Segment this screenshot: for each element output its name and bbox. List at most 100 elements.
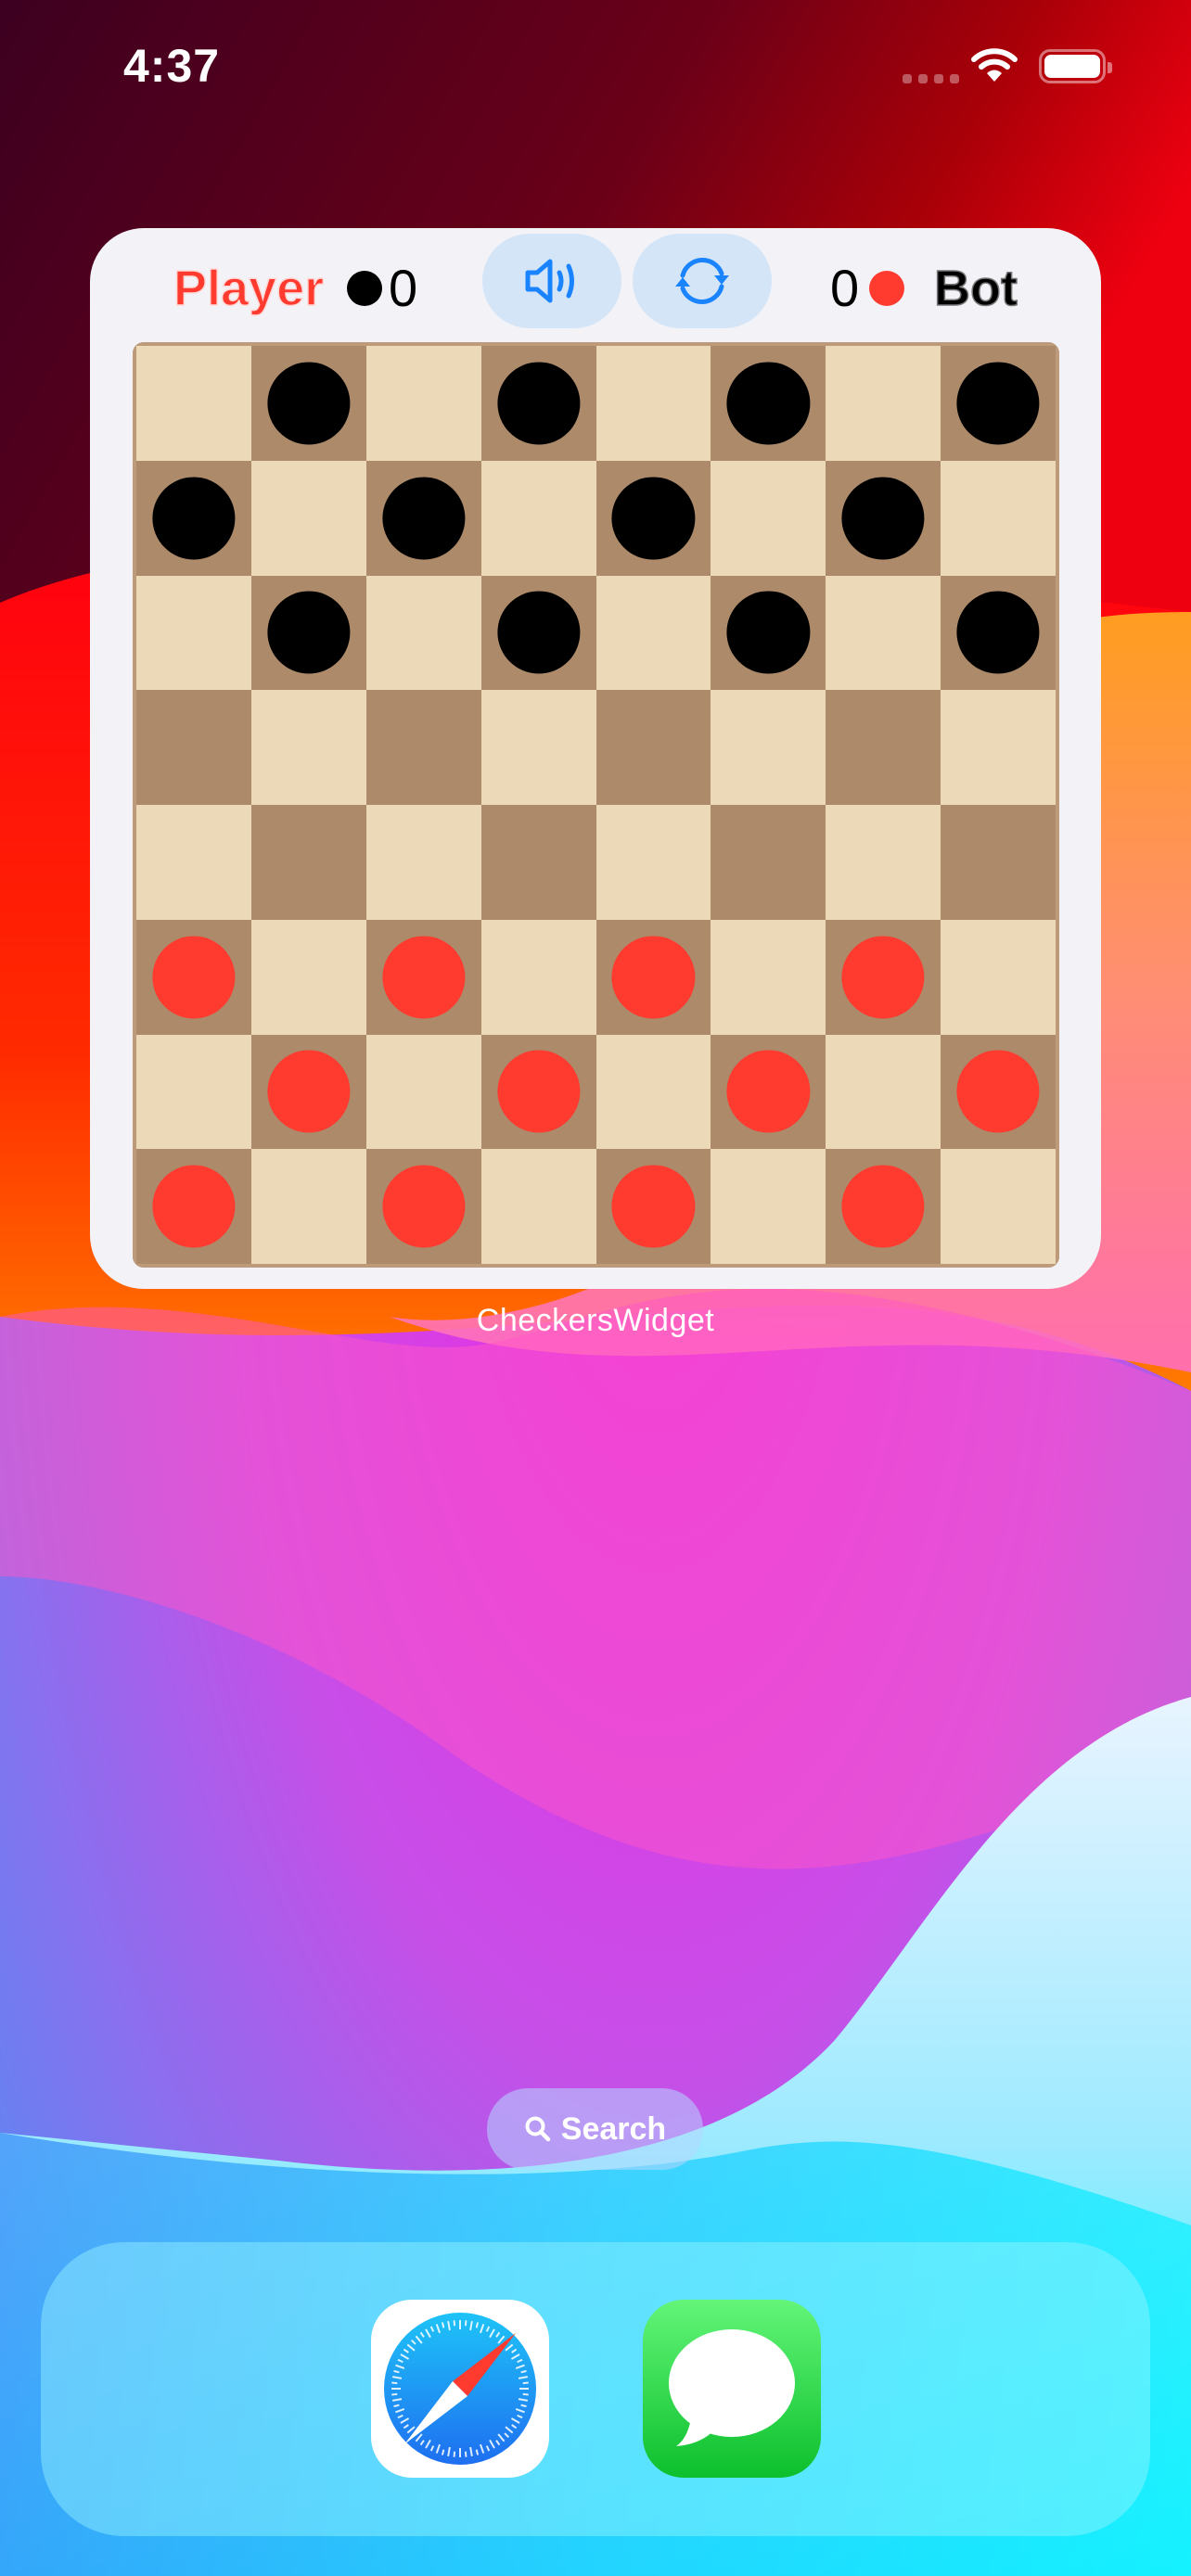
red-piece[interactable] xyxy=(611,1165,696,1248)
board-square-7-7[interactable] xyxy=(941,1149,1056,1264)
black-piece[interactable] xyxy=(956,591,1040,674)
board-square-1-6[interactable] xyxy=(826,460,941,576)
board-square-0-5[interactable] xyxy=(711,346,826,461)
board-square-5-2[interactable] xyxy=(365,919,481,1035)
board-square-5-4[interactable] xyxy=(596,919,711,1035)
board-square-5-5[interactable] xyxy=(711,919,826,1035)
black-piece[interactable] xyxy=(496,362,581,445)
board-square-3-5[interactable] xyxy=(711,690,826,805)
dock-app-safari[interactable] xyxy=(371,2300,549,2478)
board-square-1-0[interactable] xyxy=(136,460,251,576)
black-piece[interactable] xyxy=(267,591,351,674)
board-square-5-1[interactable] xyxy=(250,919,366,1035)
dock-app-messages[interactable] xyxy=(643,2300,821,2478)
player-label: Player xyxy=(173,260,325,317)
board-square-6-1[interactable] xyxy=(250,1034,366,1150)
board-square-2-2[interactable] xyxy=(365,575,481,691)
red-piece[interactable] xyxy=(382,936,466,1019)
board-square-2-7[interactable] xyxy=(941,575,1056,691)
red-piece[interactable] xyxy=(267,1050,351,1133)
red-piece[interactable] xyxy=(956,1050,1040,1133)
board-square-4-1[interactable] xyxy=(250,805,366,920)
board-square-7-2[interactable] xyxy=(365,1149,481,1264)
board-square-3-4[interactable] xyxy=(596,690,711,805)
board-square-4-7[interactable] xyxy=(941,805,1056,920)
board-square-7-0[interactable] xyxy=(136,1149,251,1264)
board-square-7-3[interactable] xyxy=(480,1149,596,1264)
board-square-4-2[interactable] xyxy=(365,805,481,920)
red-piece[interactable] xyxy=(152,1165,236,1248)
board-square-7-1[interactable] xyxy=(250,1149,366,1264)
board-square-6-4[interactable] xyxy=(596,1034,711,1150)
board-square-0-1[interactable] xyxy=(250,346,366,461)
black-piece[interactable] xyxy=(726,591,810,674)
red-piece[interactable] xyxy=(496,1050,581,1133)
cellular-signal-icon xyxy=(903,74,959,83)
messages-bubble-icon xyxy=(669,2329,795,2446)
red-piece[interactable] xyxy=(726,1050,810,1133)
black-piece[interactable] xyxy=(152,477,236,560)
board-square-0-4[interactable] xyxy=(596,346,711,461)
board-square-0-3[interactable] xyxy=(480,346,596,461)
board-square-7-5[interactable] xyxy=(711,1149,826,1264)
board-square-3-2[interactable] xyxy=(365,690,481,805)
red-piece[interactable] xyxy=(841,936,925,1019)
board-square-1-7[interactable] xyxy=(941,460,1056,576)
board-square-4-5[interactable] xyxy=(711,805,826,920)
board-square-2-4[interactable] xyxy=(596,575,711,691)
board-square-0-7[interactable] xyxy=(941,346,1056,461)
board-square-2-1[interactable] xyxy=(250,575,366,691)
black-piece[interactable] xyxy=(611,477,696,560)
board-square-2-0[interactable] xyxy=(136,575,251,691)
board-square-5-6[interactable] xyxy=(826,919,941,1035)
reset-game-button[interactable] xyxy=(633,234,772,328)
black-piece[interactable] xyxy=(956,362,1040,445)
black-piece[interactable] xyxy=(726,362,810,445)
board-square-5-0[interactable] xyxy=(136,919,251,1035)
board-square-7-4[interactable] xyxy=(596,1149,711,1264)
speaker-wave-icon xyxy=(525,259,574,303)
black-piece[interactable] xyxy=(382,477,466,560)
board-square-4-4[interactable] xyxy=(596,805,711,920)
board-square-6-2[interactable] xyxy=(365,1034,481,1150)
board-square-1-5[interactable] xyxy=(711,460,826,576)
board-square-1-1[interactable] xyxy=(250,460,366,576)
board-square-3-0[interactable] xyxy=(136,690,251,805)
battery-icon xyxy=(1039,49,1112,83)
sound-toggle-button[interactable] xyxy=(482,234,621,328)
red-piece[interactable] xyxy=(841,1165,925,1248)
board-square-5-3[interactable] xyxy=(480,919,596,1035)
board-square-5-7[interactable] xyxy=(941,919,1056,1035)
red-piece[interactable] xyxy=(382,1165,466,1248)
board-square-4-6[interactable] xyxy=(826,805,941,920)
board-square-6-5[interactable] xyxy=(711,1034,826,1150)
red-piece[interactable] xyxy=(152,936,236,1019)
bot-score: 0 xyxy=(830,259,860,317)
board-square-4-0[interactable] xyxy=(136,805,251,920)
board-square-3-1[interactable] xyxy=(250,690,366,805)
board-square-1-4[interactable] xyxy=(596,460,711,576)
board-square-7-6[interactable] xyxy=(826,1149,941,1264)
board-square-6-7[interactable] xyxy=(941,1034,1056,1150)
board-square-0-6[interactable] xyxy=(826,346,941,461)
black-piece[interactable] xyxy=(267,362,351,445)
board-square-1-2[interactable] xyxy=(365,460,481,576)
board-square-2-6[interactable] xyxy=(826,575,941,691)
home-search-button[interactable]: Search xyxy=(487,2088,703,2170)
board-square-6-6[interactable] xyxy=(826,1034,941,1150)
black-piece[interactable] xyxy=(496,591,581,674)
board-square-2-3[interactable] xyxy=(480,575,596,691)
board-square-0-0[interactable] xyxy=(136,346,251,461)
board-square-3-6[interactable] xyxy=(826,690,941,805)
board-square-0-2[interactable] xyxy=(365,346,481,461)
player-piece-indicator xyxy=(347,271,382,306)
board-square-6-3[interactable] xyxy=(480,1034,596,1150)
board-square-6-0[interactable] xyxy=(136,1034,251,1150)
board-square-1-3[interactable] xyxy=(480,460,596,576)
board-square-2-5[interactable] xyxy=(711,575,826,691)
black-piece[interactable] xyxy=(841,477,925,560)
red-piece[interactable] xyxy=(611,936,696,1019)
board-square-3-7[interactable] xyxy=(941,690,1056,805)
board-square-4-3[interactable] xyxy=(480,805,596,920)
board-square-3-3[interactable] xyxy=(480,690,596,805)
